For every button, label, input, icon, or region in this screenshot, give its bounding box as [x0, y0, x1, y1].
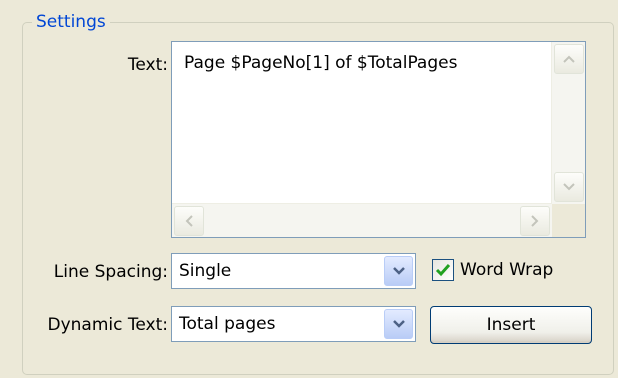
dynamic-text-dropdown-button[interactable] [384, 309, 413, 339]
dynamic-text-select[interactable]: Total pages [171, 306, 416, 342]
horizontal-scrollbar[interactable] [172, 203, 552, 237]
chevron-down-icon [392, 267, 405, 275]
insert-button[interactable]: Insert [430, 306, 592, 344]
chevron-right-icon [531, 215, 539, 227]
vertical-scrollbar[interactable] [551, 42, 585, 204]
line-spacing-select[interactable]: Single [171, 253, 416, 289]
text-input-value: Page $PageNo[1] of $TotalPages [184, 53, 458, 73]
line-spacing-label: Line Spacing: [53, 262, 168, 282]
chevron-down-icon [563, 183, 575, 191]
dynamic-text-value: Total pages [179, 314, 276, 334]
scroll-down-button[interactable] [554, 172, 584, 202]
line-spacing-dropdown-button[interactable] [384, 256, 413, 286]
scroll-up-button[interactable] [554, 44, 584, 74]
word-wrap-label[interactable]: Word Wrap [460, 259, 553, 281]
settings-group-title: Settings [32, 12, 110, 32]
chevron-left-icon [185, 215, 193, 227]
chevron-down-icon [392, 320, 405, 328]
line-spacing-value: Single [179, 261, 232, 281]
scroll-left-button[interactable] [174, 206, 204, 236]
dynamic-text-label: Dynamic Text: [47, 315, 169, 335]
scroll-right-button[interactable] [520, 206, 550, 236]
text-input[interactable]: Page $PageNo[1] of $TotalPages [171, 41, 586, 238]
chevron-up-icon [563, 55, 575, 63]
checkmark-icon [435, 264, 451, 277]
text-label: Text: [127, 55, 168, 75]
scrollbar-corner [552, 204, 585, 237]
word-wrap-checkbox[interactable] [432, 259, 454, 281]
